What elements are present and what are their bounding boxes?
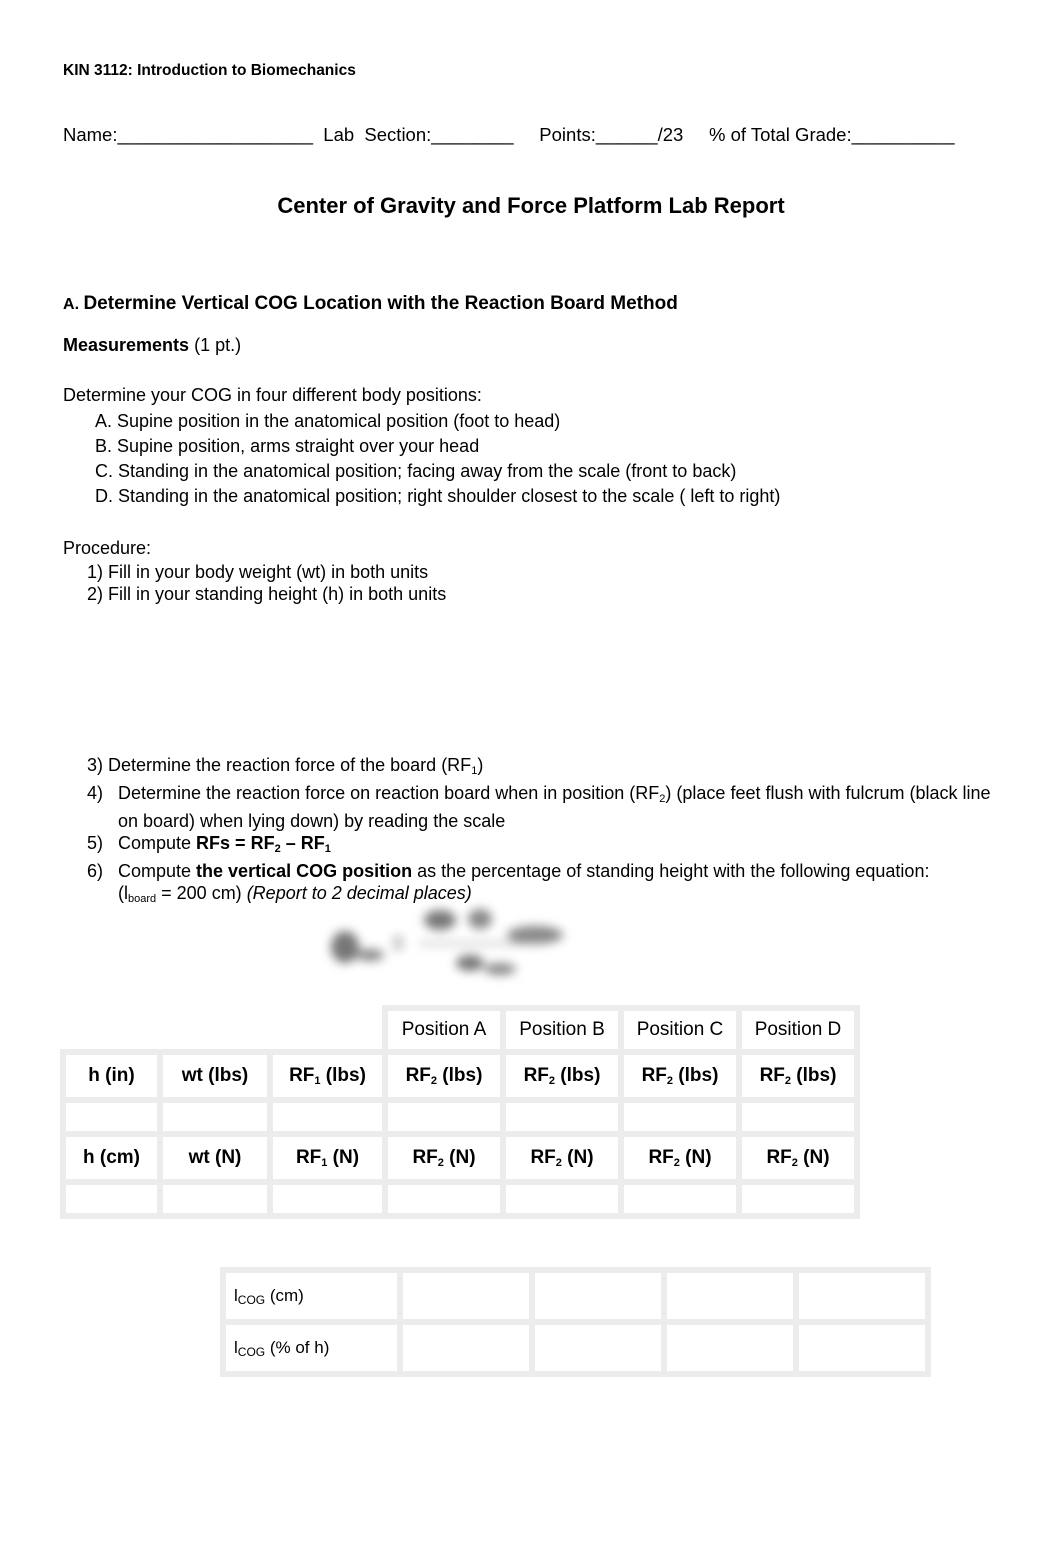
col-label: RF2 (lbs) (736, 1049, 860, 1103)
grade-field[interactable]: __________ (852, 124, 955, 145)
grade-label: % of Total Grade: (709, 124, 852, 145)
entry-cell[interactable] (793, 1267, 931, 1325)
entry-cell[interactable] (529, 1267, 667, 1325)
col-label: RF2 (lbs) (500, 1049, 624, 1103)
entry-cell[interactable] (60, 1179, 163, 1219)
col-label: RF2 (N) (618, 1131, 742, 1185)
section-letter: A (63, 296, 75, 313)
procedure-steps: 3) Determine the reaction force of the b… (87, 754, 998, 910)
entry-cell[interactable] (618, 1097, 742, 1137)
entry-cell[interactable] (157, 1097, 273, 1137)
points-label: Points: (539, 124, 596, 145)
list-item: D. Standing in the anatomical position; … (95, 486, 781, 506)
col-label: wt (N) (157, 1131, 273, 1185)
measurements-table: Position A Position B Position C Positio… (60, 1005, 860, 1219)
table-row: lCOG (cm) (220, 1267, 931, 1325)
points-total: /23 (657, 124, 684, 145)
row-label: lCOG (cm) (220, 1267, 403, 1325)
row-label: lCOG (% of h) (220, 1319, 403, 1377)
col-label: h (in) (60, 1049, 163, 1103)
measurements-label: Measurements (1 pt.) (63, 335, 242, 355)
list-item: B. Supine position, arms straight over y… (95, 436, 480, 456)
cog-equation-image (315, 897, 570, 985)
table-row: Position A Position B Position C Positio… (63, 1005, 860, 1055)
section-a-heading: A. Determine Vertical COG Location with … (63, 293, 678, 314)
table-row (60, 1179, 860, 1219)
points-field[interactable]: ______ (596, 124, 658, 145)
page-title: Center of Gravity and Force Platform Lab… (277, 193, 785, 218)
entry-cell[interactable] (500, 1179, 624, 1219)
student-info-row: Name:___________________ Lab Section:___… (63, 124, 955, 146)
entry-cell[interactable] (793, 1319, 931, 1377)
procedure-label: Procedure: (63, 538, 152, 558)
procedure-list: 1) Fill in your body weight (wt) in both… (87, 561, 446, 605)
entry-cell[interactable] (736, 1097, 860, 1137)
table-row: lCOG (% of h) (220, 1319, 931, 1377)
entry-cell[interactable] (397, 1267, 535, 1325)
entry-cell[interactable] (500, 1097, 624, 1137)
col-label: RF2 (N) (500, 1131, 624, 1185)
header-position-d: Position D (736, 1005, 860, 1055)
table-row (60, 1097, 860, 1137)
table-row: h (cm) wt (N) RF1 (N) RF2 (N) RF2 (N) RF… (60, 1131, 860, 1185)
entry-cell[interactable] (736, 1179, 860, 1219)
header-position-c: Position C (618, 1005, 742, 1055)
header-position-a: Position A (382, 1005, 506, 1055)
lab-section-label: Lab Section: (323, 124, 432, 145)
entry-cell[interactable] (60, 1097, 163, 1137)
course-title: KIN 3112: Introduction to Biomechanics (63, 62, 356, 79)
col-label: RF1 (lbs) (267, 1049, 388, 1103)
step-5: 5) Compute RFs = RF2 – RF1 (87, 833, 331, 855)
table-row: h (in) wt (lbs) RF1 (lbs) RF2 (lbs) RF2 … (60, 1049, 860, 1103)
header-position-b: Position B (500, 1005, 624, 1055)
entry-cell[interactable] (529, 1319, 667, 1377)
list-item: A. Supine position in the anatomical pos… (95, 411, 561, 431)
entry-cell[interactable] (267, 1179, 388, 1219)
entry-cell[interactable] (382, 1179, 506, 1219)
positions-list: A. Supine position in the anatomical pos… (95, 409, 780, 509)
name-label: Name: (63, 124, 118, 145)
step-4: 4) Determine the reaction force on reacti… (87, 783, 991, 831)
list-item: C. Standing in the anatomical position; … (95, 461, 737, 481)
entry-cell[interactable] (267, 1097, 388, 1137)
section-heading-text: Determine Vertical COG Location with the… (83, 293, 678, 314)
entry-cell[interactable] (157, 1179, 273, 1219)
list-item: 2) Fill in your standing height (h) in b… (87, 584, 447, 604)
list-item: 1) Fill in your body weight (wt) in both… (87, 562, 429, 582)
step-3: 3) Determine the reaction force of the b… (87, 755, 484, 777)
col-label: RF2 (lbs) (382, 1049, 506, 1103)
col-label: h (cm) (60, 1131, 163, 1185)
col-label: RF2 (lbs) (618, 1049, 742, 1103)
entry-cell[interactable] (661, 1319, 799, 1377)
col-label: wt (lbs) (157, 1049, 273, 1103)
col-label: RF1 (N) (267, 1131, 388, 1185)
intro-text: Determine your COG in four different bod… (63, 385, 482, 405)
entry-cell[interactable] (382, 1097, 506, 1137)
entry-cell[interactable] (661, 1267, 799, 1325)
col-label: RF2 (N) (736, 1131, 860, 1185)
cog-results-table: lCOG (cm) lCOG (% of h) (220, 1267, 931, 1377)
col-label: RF2 (N) (382, 1131, 506, 1185)
name-field[interactable]: ___________________ (118, 124, 314, 145)
lab-section-field[interactable]: ________ (431, 124, 513, 145)
entry-cell[interactable] (397, 1319, 535, 1377)
entry-cell[interactable] (618, 1179, 742, 1219)
